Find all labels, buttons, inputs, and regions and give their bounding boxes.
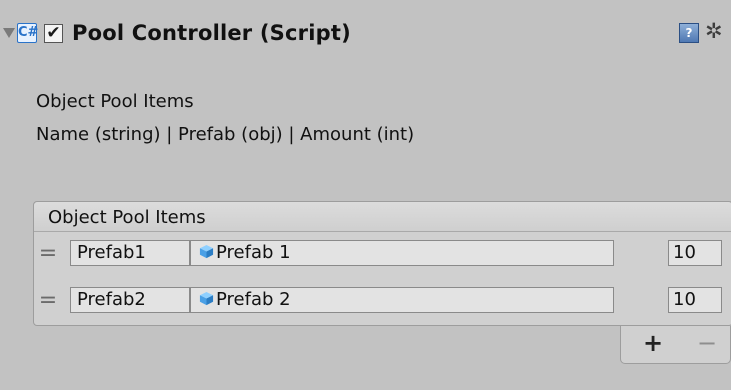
list-row: = Prefab1 Prefab 1 10 <box>34 238 731 270</box>
info-columns: Name (string) | Prefab (obj) | Amount (i… <box>36 124 415 145</box>
component-title: Pool Controller (Script) <box>72 21 351 45</box>
list-row: = Prefab2 Prefab 2 10 <box>34 285 731 317</box>
reorderable-list: Object Pool Items = Prefab1 Prefab 1 10 … <box>33 201 731 326</box>
gear-icon[interactable]: ✲ <box>705 19 723 43</box>
prefab-field-value: Prefab 1 <box>216 242 291 263</box>
enabled-checkbox[interactable]: ✔ <box>44 24 63 43</box>
prefab-field[interactable]: Prefab 1 <box>190 240 614 266</box>
prefab-cube-icon <box>199 244 214 259</box>
drag-handle-icon[interactable]: = <box>38 290 58 312</box>
foldout-arrow-icon[interactable] <box>3 28 15 38</box>
prefab-field-value: Prefab 2 <box>216 289 291 310</box>
list-header-label: Object Pool Items <box>48 207 206 228</box>
csharp-script-icon: C# <box>17 23 38 43</box>
add-item-button[interactable]: + <box>643 330 663 356</box>
component-header: C# ✔ Pool Controller (Script) ? ✲ <box>0 0 731 60</box>
info-title: Object Pool Items <box>36 91 194 112</box>
prefab-cube-icon <box>199 291 214 306</box>
help-icon[interactable]: ? <box>679 23 699 43</box>
list-footer: + − <box>620 326 731 364</box>
name-field[interactable]: Prefab1 <box>70 240 190 266</box>
remove-item-button[interactable]: − <box>697 330 717 356</box>
amount-field[interactable]: 10 <box>668 287 722 313</box>
prefab-field[interactable]: Prefab 2 <box>190 287 614 313</box>
list-header: Object Pool Items <box>34 202 731 232</box>
amount-field[interactable]: 10 <box>668 240 722 266</box>
drag-handle-icon[interactable]: = <box>38 243 58 265</box>
name-field[interactable]: Prefab2 <box>70 287 190 313</box>
